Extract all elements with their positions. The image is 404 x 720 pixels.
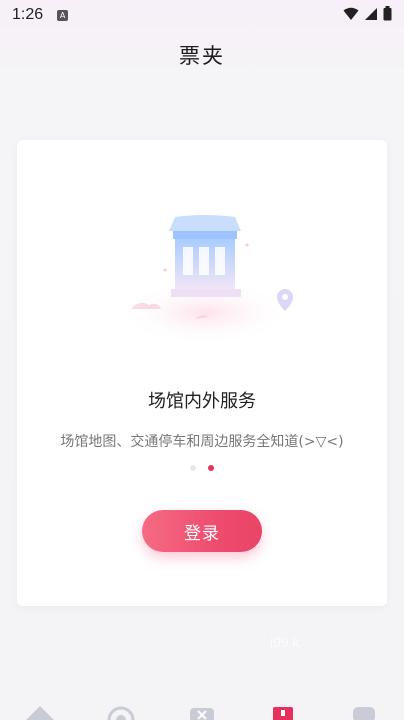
feature-description: 场馆地图、交通停车和周边服务全知道(>▽<) <box>60 434 344 450</box>
page-indicator <box>17 465 387 471</box>
status-icons <box>343 6 392 21</box>
battery-icon <box>383 6 392 21</box>
login-button[interactable]: 登录 <box>142 510 262 552</box>
tab-ticket-wallet[interactable] <box>263 698 303 720</box>
feature-title: 场馆内外服务 <box>148 391 256 412</box>
page-dot[interactable] <box>190 465 196 471</box>
home-icon <box>26 706 55 720</box>
status-time: 1:26 <box>12 6 44 23</box>
tab-discover[interactable] <box>101 698 141 720</box>
ticket-wallet-icon <box>272 707 293 720</box>
ticket-x-icon <box>189 708 214 720</box>
page-dot-active[interactable] <box>208 465 214 471</box>
card-ticket-edge <box>17 600 387 610</box>
wifi-icon <box>343 7 359 20</box>
profile-icon <box>352 707 375 720</box>
discover-icon <box>107 706 135 720</box>
onboarding-card: 场馆内外服务 场馆地图、交通停车和周边服务全知道(>▽<) 登录 <box>17 140 387 606</box>
venue-building-illustration <box>117 215 293 345</box>
status-bar: 1:26 A <box>0 0 404 30</box>
watermark: i99 k <box>270 634 300 650</box>
notification-badge: A <box>57 9 69 21</box>
page-title: 票夹 <box>179 44 225 68</box>
signal-icon <box>365 7 377 20</box>
bottom-tab-bar <box>0 698 404 720</box>
tab-ticket-x[interactable] <box>182 698 222 720</box>
tab-home[interactable] <box>20 698 60 720</box>
tab-profile[interactable] <box>344 698 384 720</box>
